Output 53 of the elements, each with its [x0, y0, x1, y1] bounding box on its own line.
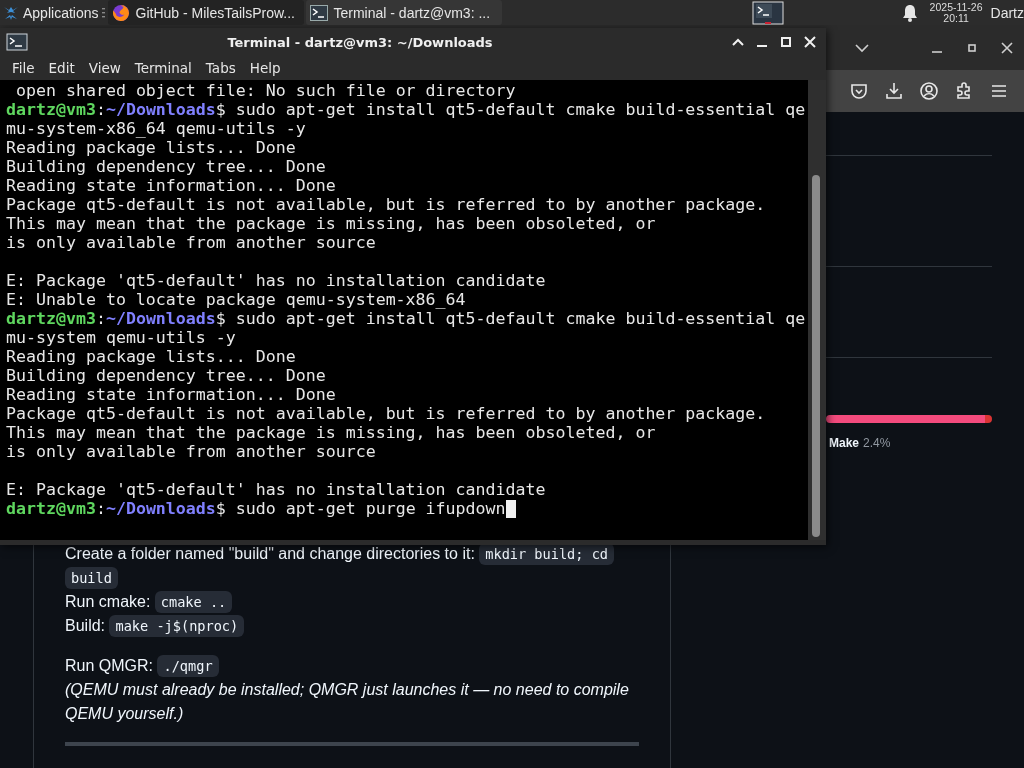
- terminal-line: Building dependency tree... Done: [6, 366, 327, 385]
- terminal-line: Reading state information... Done: [6, 176, 337, 195]
- readme-text: (QEMU must already be installed; QMGR just launches it — no need to compile QEMU yourself.): [65, 680, 630, 724]
- language-name[interactable]: Make: [829, 435, 860, 451]
- scrollbar-thumb[interactable]: [812, 175, 820, 537]
- terminal-line: dartz@vm3:~/Downloads$ sudo apt-get install qt5-default cmake build-essential qemu-system qemu-utils -y: [6, 309, 807, 347]
- workspace-icon[interactable]: [751, 0, 784, 25]
- terminal-line: This may mean that the package is missing, has been obsoleted, or: [6, 423, 657, 442]
- terminal-line: E: Unable to locate package qemu-system-x86_64: [6, 290, 467, 309]
- terminal-line: Reading state information... Done: [6, 385, 337, 404]
- menu-item[interactable]: View: [81, 60, 128, 76]
- handle-icon: [100, 6, 106, 19]
- clock[interactable]: 2025-11-26 20:11: [929, 1, 983, 24]
- terminal-line: Reading package lists... Done: [6, 138, 297, 157]
- terminal-line: dartz@vm3:~/Downloads$ sudo apt-get purge ifupdown: [6, 499, 808, 518]
- menu-item[interactable]: Help: [242, 60, 288, 76]
- account-icon[interactable]: [920, 82, 938, 100]
- terminal-line: Package qt5-default is not available, but is referred to by another package.: [6, 404, 767, 423]
- terminal-line: is only available from another source: [6, 233, 377, 252]
- readme-text: Run cmake: cmake ..: [65, 590, 639, 614]
- taskbar-button[interactable]: Terminal - dartz@vm3: ...: [305, 0, 502, 25]
- terminal-line: Package qt5-default is not available, but is referred to by another package.: [6, 195, 767, 214]
- maximize-icon[interactable]: [967, 42, 977, 53]
- window-title: Terminal - dartz@vm3: ~/Downloads: [226, 34, 494, 50]
- applications-menu[interactable]: Applications: [0, 0, 101, 25]
- terminal-icon: [6, 33, 28, 51]
- terminal-line: Building dependency tree... Done: [6, 157, 327, 176]
- terminal-line: E: Package 'qt5-default' has no installation candidate: [6, 480, 547, 499]
- pocket-icon[interactable]: [850, 82, 868, 100]
- terminal-line: dartz@vm3:~/Downloads$ sudo apt-get install qt5-default cmake build-essential qemu-system-x86_64 qemu-utils -y: [6, 100, 807, 138]
- menu-item[interactable]: Terminal: [127, 60, 199, 76]
- close-icon[interactable]: [1001, 41, 1013, 54]
- user-name[interactable]: Dartz: [990, 4, 1024, 21]
- readme-text: Build: make -j$(nproc): [65, 614, 639, 638]
- chevron-up-icon[interactable]: [732, 38, 744, 46]
- menu-item[interactable]: File: [5, 60, 42, 76]
- terminal-line: E: Package 'qt5-default' has no installation candidate: [6, 271, 547, 290]
- menu-item[interactable]: Tabs: [198, 60, 243, 76]
- puzzle-icon[interactable]: [955, 82, 973, 100]
- chevron-down-icon[interactable]: [855, 42, 869, 53]
- language-share: 2.4%: [863, 435, 891, 451]
- menu-item[interactable]: Edit: [41, 60, 82, 76]
- terminal-line: Reading package lists... Done: [6, 347, 297, 366]
- terminal-icon: [309, 4, 328, 21]
- terminal-line: This may mean that the package is missing, has been obsoleted, or: [6, 214, 657, 233]
- readme-text: Run QMGR: ./qmgr: [65, 654, 639, 678]
- browser-globe-icon: [111, 3, 130, 22]
- download-icon[interactable]: [885, 82, 903, 100]
- terminal-line: is only available from another source: [6, 442, 377, 461]
- taskbar-button[interactable]: GitHub - MilesTailsProw...: [107, 0, 304, 25]
- bell-icon[interactable]: [901, 3, 918, 22]
- menu-icon[interactable]: [990, 82, 1008, 100]
- terminal-line: open shared object file: No such file or directory: [15, 81, 517, 100]
